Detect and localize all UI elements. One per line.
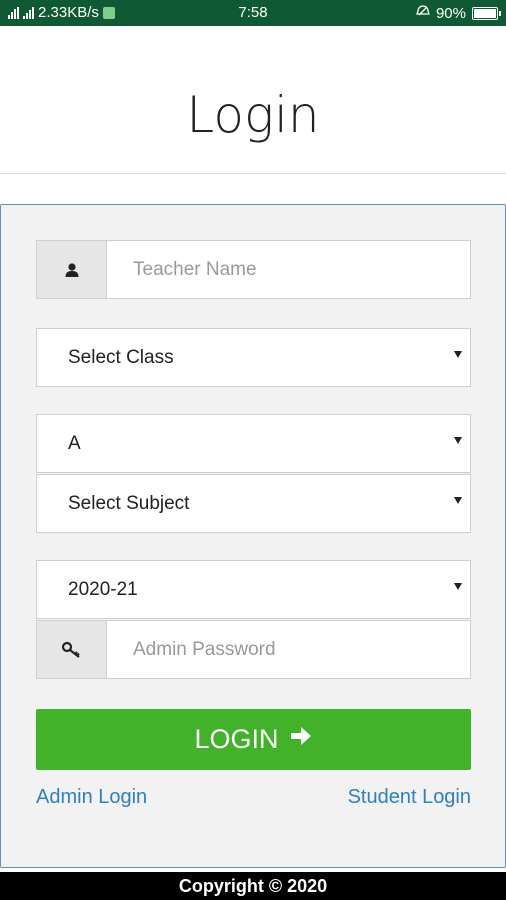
battery-icon [472, 6, 501, 20]
chevron-down-icon [454, 351, 462, 358]
student-login-link[interactable]: Student Login [348, 786, 471, 809]
clock: 7:58 [238, 4, 268, 21]
teacher-name-input[interactable] [107, 241, 470, 298]
login-button-label: LOGIN [194, 724, 279, 754]
admin-login-link[interactable]: Admin Login [36, 786, 147, 809]
chevron-down-icon [454, 497, 462, 504]
copyright-text: Copyright © 2020 [178, 876, 328, 896]
section-select-value: A [68, 433, 81, 454]
session-select-value: 2020-21 [68, 579, 138, 600]
user-icon [37, 241, 107, 298]
battery-percent: 90% [435, 4, 466, 22]
section-select[interactable]: A [36, 414, 471, 473]
admin-password-field[interactable] [36, 620, 471, 679]
class-select-value: Select Class [68, 347, 174, 368]
key-icon [37, 621, 107, 678]
class-select[interactable]: Select Class [36, 328, 471, 387]
subject-select-value: Select Subject [68, 493, 190, 514]
page-title: Login [186, 86, 320, 144]
footer: Copyright © 2020 [0, 872, 506, 900]
divider [0, 173, 506, 174]
session-select[interactable]: 2020-21 [36, 560, 471, 619]
subject-select[interactable]: Select Subject [36, 474, 471, 533]
chevron-down-icon [454, 583, 462, 590]
teacher-name-field[interactable] [36, 240, 471, 299]
login-button[interactable]: LOGIN [36, 709, 471, 770]
chevron-down-icon [454, 437, 462, 444]
status-bar: 2.33KB/s 7:58 90% [0, 0, 506, 26]
alarm-icon [416, 4, 430, 22]
admin-password-input[interactable] [107, 621, 470, 678]
arrow-right-icon [289, 724, 313, 755]
